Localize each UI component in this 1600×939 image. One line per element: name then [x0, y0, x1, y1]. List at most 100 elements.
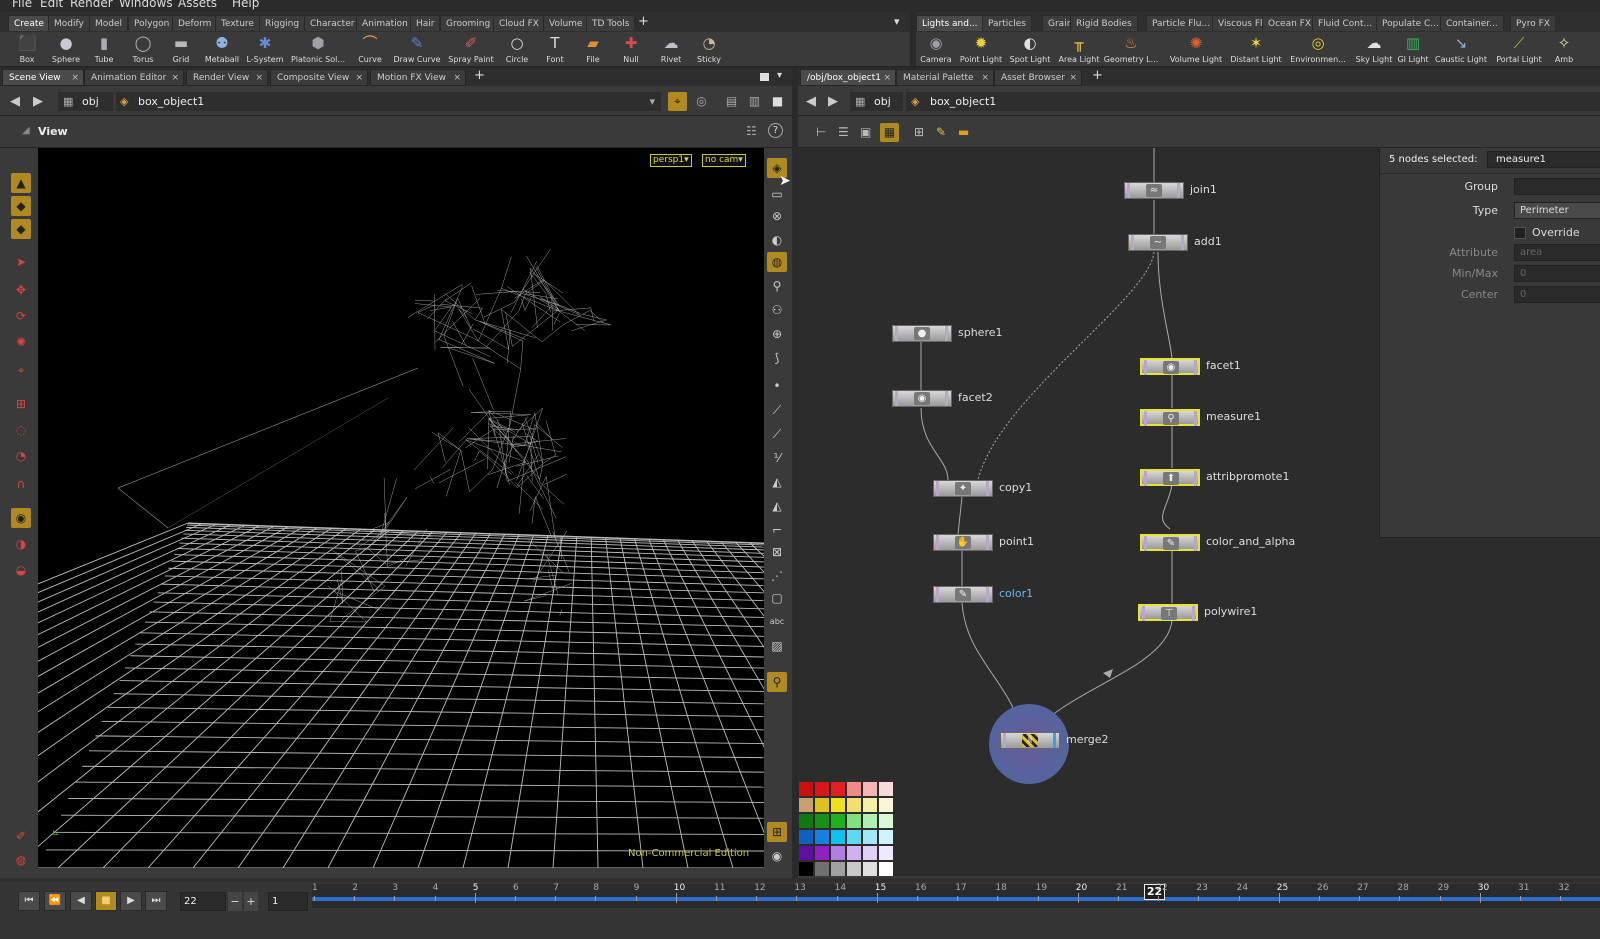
vector-display-icon[interactable]: ⟋: [767, 424, 787, 444]
color-swatch[interactable]: [831, 862, 845, 876]
shelf-tab-td-tools[interactable]: TD Tools: [586, 15, 636, 31]
display-menu-icon[interactable]: ☷: [746, 124, 757, 138]
camera-tool-icon[interactable]: ◉: [11, 508, 31, 528]
step-back-button[interactable]: ⏪: [44, 891, 66, 911]
abc-text-icon[interactable]: abc: [767, 612, 787, 632]
shelf-tab-deform[interactable]: Deform: [172, 15, 218, 31]
color-swatch[interactable]: [799, 798, 813, 812]
shelf-tab-polygon[interactable]: Polygon: [128, 15, 176, 31]
color-swatch[interactable]: [847, 814, 861, 828]
node-join1[interactable]: ≈ join1: [1124, 182, 1324, 199]
snap-icon[interactable]: ⌖: [11, 360, 31, 380]
wire-icon[interactable]: ⟆: [767, 348, 787, 368]
layout-quad-icon[interactable]: ⊞: [767, 822, 787, 842]
close-icon[interactable]: ×: [453, 70, 461, 87]
shelf-tab-container-[interactable]: Container...: [1440, 15, 1504, 31]
shelf-tool-volume-light[interactable]: ✺ Volume Light: [1170, 32, 1222, 66]
shelf-tab-fluid-cont-[interactable]: Fluid Cont...: [1312, 15, 1379, 31]
shelf-tool-distant-light[interactable]: ✶ Distant Light: [1230, 32, 1282, 66]
add-pane-tab-button[interactable]: +: [474, 68, 485, 83]
menu-assets[interactable]: Assets: [178, 0, 217, 10]
network-grid-icon[interactable]: ▦: [880, 123, 899, 142]
play-button[interactable]: ▶: [120, 891, 142, 911]
node-measure1[interactable]: ⚲ measure1: [1140, 409, 1340, 426]
menu-file[interactable]: File: [12, 0, 32, 10]
pane-tab-obj-box-object1[interactable]: /obj/box_object1 ×: [800, 69, 896, 86]
point-display-icon[interactable]: •: [767, 376, 787, 396]
menu-windows[interactable]: Windows: [119, 0, 173, 10]
pose-tool-icon[interactable]: ◆: [11, 219, 31, 239]
back-arrow-icon[interactable]: ◀: [10, 94, 20, 109]
add-pane-tab-button[interactable]: +: [1092, 68, 1103, 83]
environment-map-icon[interactable]: ▨: [767, 636, 787, 656]
close-icon[interactable]: ×: [171, 70, 179, 87]
close-icon[interactable]: ×: [981, 70, 989, 87]
shelf-tab-model[interactable]: Model: [89, 15, 129, 31]
frame-field[interactable]: 22: [180, 892, 226, 911]
shading-icon[interactable]: ◐: [767, 230, 787, 250]
help-icon[interactable]: ?: [768, 123, 783, 138]
color-swatch[interactable]: [847, 862, 861, 876]
shelf-tab-character[interactable]: Character: [304, 15, 361, 31]
shelf-tool-environment-light[interactable]: ◎ Environmen...: [1290, 32, 1346, 66]
shelf-tab-ocean-fx[interactable]: Ocean FX: [1262, 15, 1317, 31]
color-swatch[interactable]: [831, 814, 845, 828]
pane-tab-scene-view[interactable]: Scene View ×: [2, 69, 84, 86]
node-merge2[interactable]: ⫴ merge2: [1000, 732, 1200, 749]
shelf-menu-chevron-icon[interactable]: ▾: [894, 15, 900, 28]
pane-tab-material-palette[interactable]: Material Palette ×: [896, 69, 994, 86]
color-swatch[interactable]: [847, 798, 861, 812]
rotate-icon[interactable]: ⟳: [11, 306, 31, 326]
breadcrumb-object[interactable]: ◈ box_object1 ▾: [116, 92, 661, 111]
layout-icon[interactable]: ⊞: [914, 125, 924, 139]
close-icon[interactable]: ×: [883, 70, 891, 87]
stop-button[interactable]: ■: [95, 891, 117, 911]
shelf-tool-sticky[interactable]: ◔ Sticky: [683, 32, 735, 66]
override-checkbox[interactable]: [1514, 227, 1526, 239]
color-swatch[interactable]: [831, 830, 845, 844]
color-swatch[interactable]: [831, 846, 845, 860]
node-copy1[interactable]: ✦ copy1: [933, 480, 1133, 497]
close-icon[interactable]: ×: [71, 70, 79, 87]
node-polywire1[interactable]: ⊤ polywire1: [1138, 604, 1338, 621]
network-box-icon[interactable]: ▬: [958, 125, 969, 139]
color-swatch[interactable]: [879, 830, 893, 844]
frame-increment-button[interactable]: +: [244, 892, 258, 911]
light-icon[interactable]: ⚲: [767, 276, 787, 296]
shelf-tab-pyro-fx[interactable]: Pyro FX: [1510, 15, 1556, 31]
prim-normal-icon[interactable]: ◭: [767, 472, 787, 492]
close-icon[interactable]: ×: [1069, 70, 1077, 87]
pin-icon[interactable]: ⌖: [668, 92, 687, 111]
shelf-tab-rigging[interactable]: Rigging: [259, 15, 306, 31]
shelf-tool-area-light[interactable]: ╥ Area Light: [1053, 32, 1105, 66]
shelf-tool-caustic-light[interactable]: ↘ Caustic Light: [1435, 32, 1487, 66]
camera-menu[interactable]: persp1▾: [650, 154, 692, 167]
color-swatch[interactable]: [847, 846, 861, 860]
bounds-icon[interactable]: ⌐: [767, 520, 787, 540]
origin-icon[interactable]: ⋰: [767, 566, 787, 586]
color-swatch[interactable]: [815, 830, 829, 844]
color-swatch[interactable]: [863, 782, 877, 796]
shelf-tab-cloud-fx[interactable]: Cloud FX: [493, 15, 545, 31]
forward-arrow-icon[interactable]: ▶: [33, 94, 43, 109]
node-sphere1[interactable]: ● sphere1: [892, 325, 1092, 342]
shelf-tab-grooming[interactable]: Grooming: [440, 15, 497, 31]
node-facet2[interactable]: ◉ facet2: [892, 390, 1092, 407]
color-swatch[interactable]: [815, 798, 829, 812]
paint-icon[interactable]: ✐: [11, 826, 31, 846]
breadcrumb-obj[interactable]: ▦ obj: [58, 92, 113, 111]
color-swatch[interactable]: [863, 846, 877, 860]
menu-help[interactable]: Help: [232, 0, 259, 10]
display-options-icon[interactable]: ▤: [722, 92, 741, 111]
color-swatch[interactable]: [863, 814, 877, 828]
chevron-down-icon[interactable]: ▾: [777, 70, 782, 81]
color-swatch[interactable]: [879, 782, 893, 796]
color-swatch[interactable]: [799, 814, 813, 828]
display-icon[interactable]: ◍: [11, 850, 31, 870]
pane-tab-composite-view[interactable]: Composite View ×: [270, 69, 368, 86]
eye-icon[interactable]: ◉: [767, 846, 787, 866]
menu-render[interactable]: Render: [70, 0, 113, 10]
flipbook-icon[interactable]: ◑: [11, 534, 31, 554]
display-layout-icon[interactable]: ▥: [745, 92, 764, 111]
shelf-tab-modify[interactable]: Modify: [48, 15, 90, 31]
